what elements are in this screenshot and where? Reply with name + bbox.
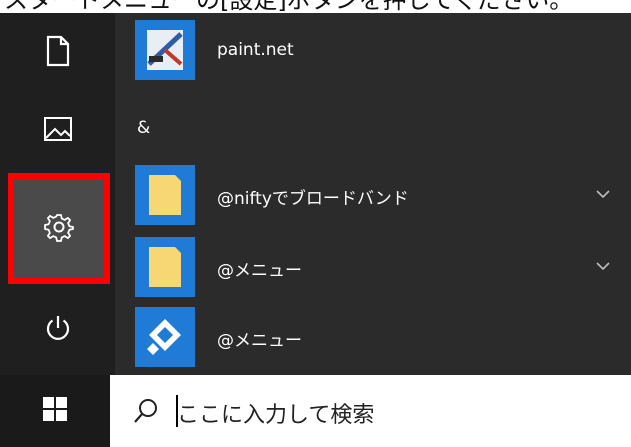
power-icon (44, 314, 72, 346)
folder-icon (135, 165, 195, 225)
apps-list: paint.net & @niftyでブロードバンド @メニュー @メニュー (115, 13, 631, 375)
app-item-atmenu-folder[interactable]: @メニュー (115, 237, 631, 299)
app-label: @メニュー (217, 261, 302, 281)
app-label: @niftyでブロードバンド (217, 189, 409, 209)
app-label: @メニュー (217, 331, 302, 351)
rail-documents-button[interactable] (0, 13, 115, 93)
search-icon (132, 397, 160, 429)
app-item-nifty-broadband[interactable]: @niftyでブロードバンド (115, 165, 631, 227)
start-menu-rail (0, 13, 115, 375)
rail-power-button[interactable] (0, 290, 115, 370)
rail-settings-button[interactable] (8, 173, 110, 284)
start-button[interactable] (0, 375, 110, 447)
app-label: paint.net (217, 40, 294, 60)
pictures-icon (43, 116, 73, 146)
instruction-caption: スタートメニューの[設定]ボタンを押してください。 (4, 0, 574, 14)
app-item-atmenu-app[interactable]: @メニュー (115, 307, 631, 369)
windows-logo-icon (43, 397, 67, 425)
paintnet-icon (135, 20, 195, 80)
screenshot: スタートメニューの[設定]ボタンを押してください。 paint.net & @n… (0, 0, 631, 447)
taskbar-search-box[interactable]: ここに入力して検索 (110, 375, 631, 447)
atmenu-app-icon (135, 307, 195, 367)
rail-pictures-button[interactable] (0, 91, 115, 171)
folder-icon (135, 237, 195, 297)
chevron-down-icon[interactable] (595, 185, 611, 204)
group-header-ampersand: & (137, 118, 151, 138)
document-icon (45, 35, 71, 71)
search-placeholder: ここに入力して検索 (177, 403, 375, 428)
chevron-down-icon[interactable] (595, 257, 611, 276)
app-item-paintnet[interactable]: paint.net (115, 20, 631, 82)
taskbar: ここに入力して検索 (0, 375, 631, 447)
start-menu: paint.net & @niftyでブロードバンド @メニュー @メニュー (0, 13, 631, 375)
gear-icon (44, 212, 74, 246)
